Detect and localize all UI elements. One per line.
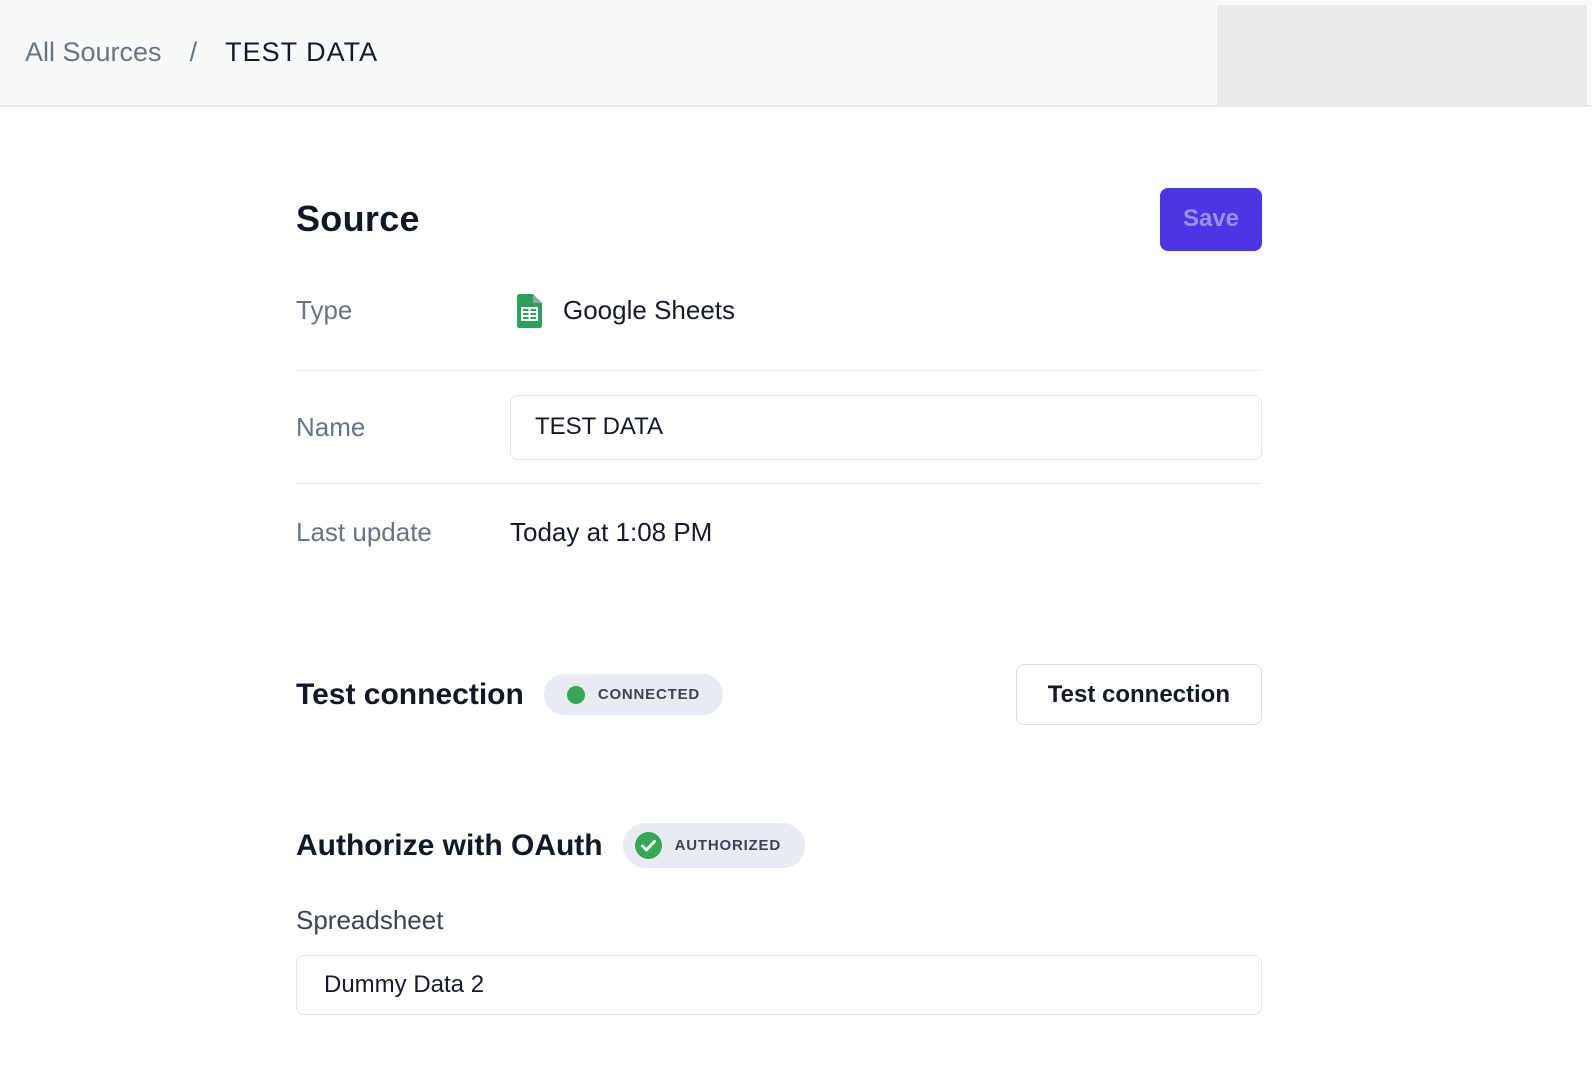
last-update-label: Last update: [296, 517, 510, 548]
name-label: Name: [296, 412, 510, 443]
name-row: Name: [296, 371, 1262, 484]
header-placeholder-block: [1217, 5, 1587, 107]
save-button[interactable]: Save: [1160, 188, 1262, 251]
google-sheets-icon: [510, 293, 546, 329]
type-value: Google Sheets: [510, 293, 735, 329]
breadcrumb-separator: /: [190, 37, 198, 68]
breadcrumb-all-sources-link[interactable]: All Sources: [25, 37, 162, 68]
top-bar: All Sources / TEST DATA: [0, 0, 1592, 107]
oauth-title: Authorize with OAuth: [296, 829, 603, 863]
type-value-text: Google Sheets: [563, 295, 735, 326]
type-row: Type Google Sheets: [296, 251, 1262, 371]
name-input[interactable]: [510, 395, 1262, 460]
oauth-section: Authorize with OAuth AUTHORIZED Spreadsh…: [296, 823, 1262, 1015]
source-header: Source Save: [296, 187, 1262, 251]
last-update-row: Last update Today at 1:08 PM: [296, 484, 1262, 580]
last-update-value: Today at 1:08 PM: [510, 517, 712, 548]
check-circle-icon: [635, 832, 662, 859]
spreadsheet-label: Spreadsheet: [296, 905, 1262, 935]
breadcrumb: All Sources / TEST DATA: [25, 37, 378, 68]
type-label: Type: [296, 295, 510, 326]
connected-status-label: CONNECTED: [598, 686, 700, 703]
source-detail-page: Source Save Type Google Sheets: [296, 187, 1262, 1015]
page-title: Source: [296, 198, 420, 240]
spreadsheet-select[interactable]: [296, 955, 1262, 1015]
authorized-status-label: AUTHORIZED: [675, 837, 781, 854]
test-connection-section: Test connection CONNECTED Test connectio…: [296, 664, 1262, 725]
test-connection-title: Test connection: [296, 678, 524, 712]
connected-status-badge: CONNECTED: [544, 674, 723, 715]
authorized-status-badge: AUTHORIZED: [623, 823, 805, 868]
green-dot-icon: [567, 686, 585, 704]
test-connection-button[interactable]: Test connection: [1016, 664, 1262, 725]
breadcrumb-current-page: TEST DATA: [225, 37, 378, 68]
